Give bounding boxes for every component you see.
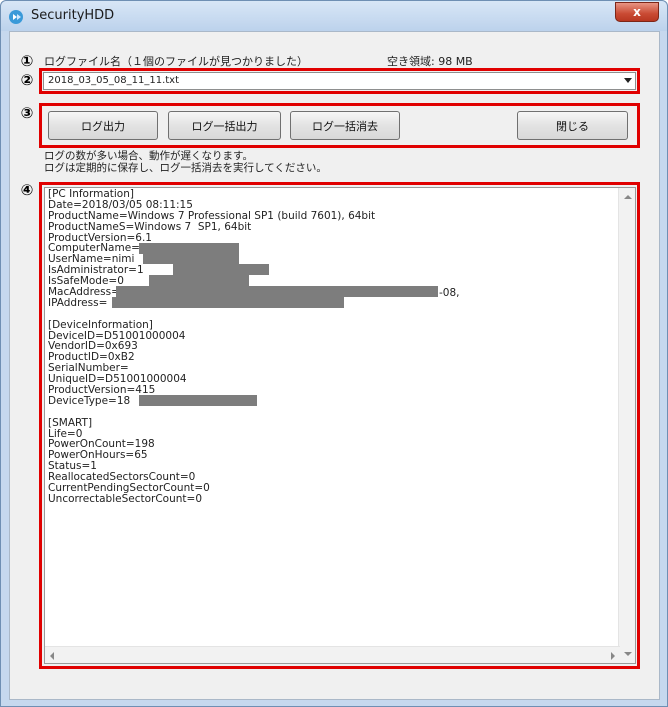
log-output-button[interactable]: ログ出力	[48, 111, 158, 140]
log-bulk-output-button[interactable]: ログ一括出力	[168, 111, 281, 140]
horizontal-scrollbar[interactable]	[45, 646, 620, 663]
log-line: UncorrectableSectorCount=0	[48, 492, 202, 505]
scroll-down-icon[interactable]	[624, 652, 632, 656]
title-bar[interactable]: SecurityHDD x	[1, 1, 667, 31]
marker-3: ③	[20, 104, 34, 122]
app-icon	[9, 10, 23, 24]
log-file-info-label: ログファイル名（１個のファイルが見つかりました）	[44, 55, 308, 68]
log-line: [SMART]	[48, 416, 93, 429]
log-file-select-value: 2018_03_05_08_11_11.txt	[48, 75, 180, 86]
redaction-bar	[139, 395, 257, 406]
close-icon: x	[633, 5, 641, 19]
redaction-bar	[173, 264, 269, 275]
window-title: SecurityHDD	[31, 8, 115, 23]
log-bulk-delete-button[interactable]: ログ一括消去	[290, 111, 400, 140]
close-window-button[interactable]: x	[615, 2, 659, 22]
marker-4: ④	[20, 181, 34, 199]
redaction-bar	[143, 253, 239, 264]
chevron-down-icon[interactable]	[624, 78, 632, 83]
scroll-right-icon[interactable]	[611, 652, 615, 660]
log-line: IsAdministrator=1	[48, 264, 144, 277]
close-button[interactable]: 閉じる	[517, 111, 628, 140]
redaction-bar	[149, 275, 249, 286]
marker-1: ①	[20, 52, 34, 70]
log-text-area[interactable]: [PC Information] Date=2018/03/05 08:11:15…	[44, 187, 636, 664]
scroll-up-icon[interactable]	[624, 195, 632, 199]
redaction-bar	[116, 286, 438, 297]
log-line: ProductVersion=415	[48, 384, 156, 397]
log-line: DeviceType=18	[48, 394, 131, 407]
mac-address-suffix: -08,	[439, 287, 460, 299]
log-line: [DeviceInformation]	[48, 318, 153, 331]
log-line: ProductNameS=Windows 7 SP1, 64bit	[48, 220, 252, 233]
scroll-left-icon[interactable]	[50, 652, 54, 660]
log-file-select[interactable]: 2018_03_05_08_11_11.txt	[43, 72, 636, 90]
log-line: PowerOnHours=65	[48, 449, 148, 462]
redaction-bar	[112, 297, 344, 308]
note-line-1: ログの数が多い場合、動作が遅くなります。	[44, 150, 253, 162]
marker-2: ②	[20, 71, 34, 89]
note-line-2: ログは定期的に保存し、ログ一括消去を実行してください。	[44, 162, 327, 174]
vertical-scrollbar[interactable]	[618, 188, 635, 663]
log-content: [PC Information] Date=2018/03/05 08:11:15…	[48, 189, 608, 505]
free-space-label: 空き領域: 98 MB	[387, 55, 473, 68]
log-line: ProductID=0xB2	[48, 351, 135, 364]
